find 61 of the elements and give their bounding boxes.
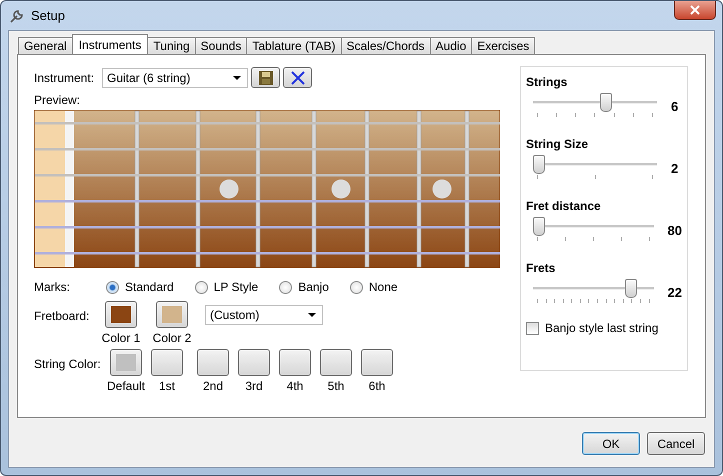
slider[interactable] — [533, 279, 654, 305]
slider-label: Strings — [526, 75, 568, 89]
slider[interactable] — [533, 93, 657, 119]
color-button[interactable] — [151, 349, 183, 376]
save-button[interactable] — [251, 67, 280, 88]
slider-value: 22 — [668, 284, 682, 300]
color-button[interactable] — [238, 349, 270, 376]
slider-value: 2 — [671, 160, 678, 176]
string-color-label: String Color: — [34, 357, 102, 371]
banjo-checkbox[interactable]: Banjo style last string — [526, 321, 682, 335]
slider-value: 80 — [668, 222, 682, 238]
instrument-label: Instrument: — [34, 70, 96, 84]
color-button[interactable] — [361, 349, 393, 376]
swatch-label: 5th — [328, 379, 344, 393]
dialog-button[interactable]: Cancel — [647, 432, 705, 455]
swatch-label: 3rd — [245, 379, 263, 393]
tab[interactable]: Instruments — [72, 34, 148, 54]
slider[interactable] — [533, 155, 657, 181]
instrument-dropdown[interactable]: Guitar (6 string) — [102, 68, 248, 88]
swatch-label: Color 2 — [152, 331, 192, 345]
swatch-label: Default — [106, 379, 146, 393]
dialog-button[interactable]: OK — [582, 432, 640, 455]
slider-label: String Size — [526, 137, 588, 151]
color-button[interactable] — [197, 349, 229, 376]
radio-option[interactable]: Banjo — [279, 280, 329, 294]
fretboard-label: Fretboard: — [34, 309, 90, 323]
caret-icon — [233, 76, 241, 80]
radio-option[interactable]: Standard — [106, 280, 174, 294]
preset-dropdown[interactable]: (Custom) — [205, 305, 323, 325]
swatch-label: Color 1 — [102, 331, 140, 345]
tab[interactable]: Tuning — [147, 37, 196, 54]
slider-label: Fret distance — [526, 199, 601, 213]
slider-value: 6 — [671, 98, 678, 114]
marks-label: Marks: — [34, 280, 71, 294]
preview-label: Preview: — [34, 93, 82, 107]
color-button[interactable] — [320, 349, 352, 376]
close-icon — [290, 70, 306, 86]
wrench-icon — [9, 8, 25, 24]
tab[interactable]: Audio — [430, 37, 472, 54]
color-button[interactable] — [279, 349, 311, 376]
caret-icon — [308, 313, 316, 317]
radio-option[interactable]: LP Style — [194, 280, 258, 294]
color-button[interactable] — [156, 301, 188, 328]
swatch-label: 1st — [158, 379, 175, 393]
tab[interactable]: Scales/Chords — [340, 37, 431, 54]
slider[interactable] — [533, 217, 654, 243]
swatch-label: 4th — [286, 379, 304, 393]
close-icon — [690, 5, 700, 15]
delete-button[interactable] — [283, 67, 312, 88]
close-button[interactable] — [674, 1, 716, 20]
swatch-label: 6th — [368, 379, 386, 393]
tab[interactable]: Sounds — [194, 37, 248, 54]
tab[interactable]: Exercises — [471, 37, 536, 54]
color-button[interactable] — [105, 301, 137, 328]
tab[interactable]: Tablature (TAB) — [246, 37, 342, 54]
color-button[interactable] — [110, 349, 142, 376]
slider-label: Frets — [526, 261, 556, 275]
tab[interactable]: General — [18, 37, 73, 54]
radio-option[interactable]: None — [350, 280, 398, 294]
swatch-label: 2nd — [202, 379, 224, 393]
window-title: Setup — [31, 8, 65, 23]
